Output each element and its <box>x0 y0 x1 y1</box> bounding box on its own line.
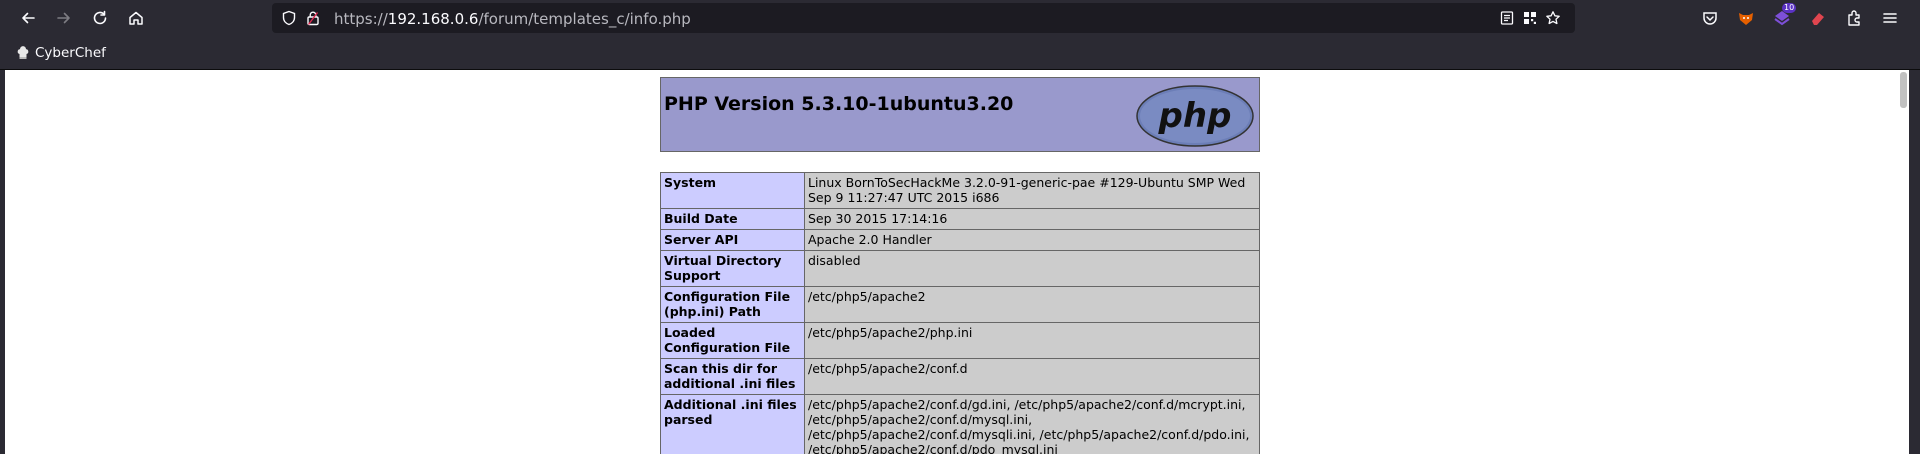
browser-toolbar: https://192.168.0.6/forum/templates_c/in… <box>0 0 1920 36</box>
row-key: System <box>660 172 805 209</box>
page-viewport: PHP Version 5.3.10-1ubuntu3.20 php Syste… <box>5 70 1909 454</box>
table-row: Virtual Directory Support disabled <box>660 250 1260 287</box>
extension-badge-count: 10 <box>1782 3 1797 13</box>
row-value: /etc/php5/apache2/conf.d <box>804 358 1260 395</box>
page-scrollbar[interactable] <box>1900 72 1907 108</box>
qr-icon[interactable] <box>1521 9 1539 27</box>
menu-icon <box>1883 13 1897 23</box>
home-icon <box>129 11 143 25</box>
reload-button[interactable] <box>86 4 114 32</box>
row-key: Scan this dir for additional .ini files <box>660 358 805 395</box>
url-scheme: https:// <box>334 10 388 28</box>
pocket-icon <box>1703 12 1717 25</box>
url-host: 192.168.0.6 <box>387 10 479 28</box>
forward-icon <box>57 12 70 24</box>
phpinfo-header: PHP Version 5.3.10-1ubuntu3.20 php <box>660 77 1260 152</box>
chef-hat-icon <box>17 46 29 59</box>
url-bar[interactable]: https://192.168.0.6/forum/templates_c/in… <box>272 3 1575 33</box>
back-icon <box>22 12 35 24</box>
eraser-extension-icon <box>1812 13 1824 25</box>
row-value: Apache 2.0 Handler <box>804 229 1260 251</box>
row-key: Loaded Configuration File <box>660 322 805 359</box>
row-value: /etc/php5/apache2/php.ini <box>804 322 1260 359</box>
url-path: /forum/templates_c/info.php <box>478 10 691 28</box>
bookmark-cyberchef[interactable]: CyberChef <box>16 45 106 61</box>
table-row: Additional .ini files parsed/etc/php5/ap… <box>660 394 1260 454</box>
forward-button[interactable] <box>50 4 78 32</box>
row-key: Build Date <box>660 208 805 230</box>
back-button[interactable] <box>14 4 42 32</box>
table-row: System Linux BornToSecHackMe 3.2.0-91-gen… <box>660 172 1260 209</box>
extensions-button[interactable] <box>1843 7 1865 29</box>
table-row: Server API Apache 2.0 Handler <box>660 229 1260 251</box>
fox-extension-button[interactable] <box>1735 7 1757 29</box>
shield-icon[interactable] <box>280 9 298 27</box>
page-title: PHP Version 5.3.10-1ubuntu3.20 <box>664 93 1014 115</box>
bookmarks-toolbar: CyberChef <box>0 36 1920 70</box>
row-value: Sep 30 2015 17:14:16 <box>804 208 1260 230</box>
fox-extension-icon <box>1739 13 1753 25</box>
system-info-table: System Linux BornToSecHackMe 3.2.0-91-gen… <box>660 172 1260 454</box>
lock-icon[interactable] <box>304 9 322 27</box>
home-button[interactable] <box>122 4 150 32</box>
row-value: disabled <box>804 250 1260 287</box>
row-value: Linux BornToSecHackMe 3.2.0-91-generic-p… <box>804 172 1260 209</box>
url-text[interactable]: https://192.168.0.6/forum/templates_c/in… <box>334 10 691 28</box>
row-key: Additional .ini files parsed <box>660 394 805 454</box>
reload-icon <box>93 10 107 25</box>
pocket-button[interactable] <box>1699 7 1721 29</box>
row-key: Server API <box>660 229 805 251</box>
row-key: Virtual Directory Support <box>660 250 805 287</box>
star-icon[interactable] <box>1544 9 1562 27</box>
table-row: Build Date Sep 30 2015 17:14:16 <box>660 208 1260 230</box>
row-value: /etc/php5/apache2 <box>804 286 1260 323</box>
row-key: Configuration File (php.ini) Path <box>660 286 805 323</box>
table-row: Scan this dir for additional .ini files /… <box>660 358 1260 395</box>
phpinfo-container: PHP Version 5.3.10-1ubuntu3.20 php Syste… <box>660 77 1260 454</box>
table-row: Loaded Configuration File/etc/php5/apach… <box>660 322 1260 359</box>
menu-button[interactable] <box>1879 7 1901 29</box>
row-value: /etc/php5/apache2/conf.d/gd.ini, /etc/ph… <box>804 394 1260 454</box>
bookmark-label: CyberChef <box>35 45 106 61</box>
php-logo-text: php <box>1158 96 1232 136</box>
badge-extension-button[interactable]: 10 <box>1771 3 1797 29</box>
table-row: Configuration File (php.ini) Path/etc/ph… <box>660 286 1260 323</box>
extensions-icon <box>1848 10 1860 26</box>
php-logo: php <box>1136 85 1254 147</box>
reader-icon[interactable] <box>1498 9 1516 27</box>
eraser-extension-button[interactable] <box>1807 7 1829 29</box>
